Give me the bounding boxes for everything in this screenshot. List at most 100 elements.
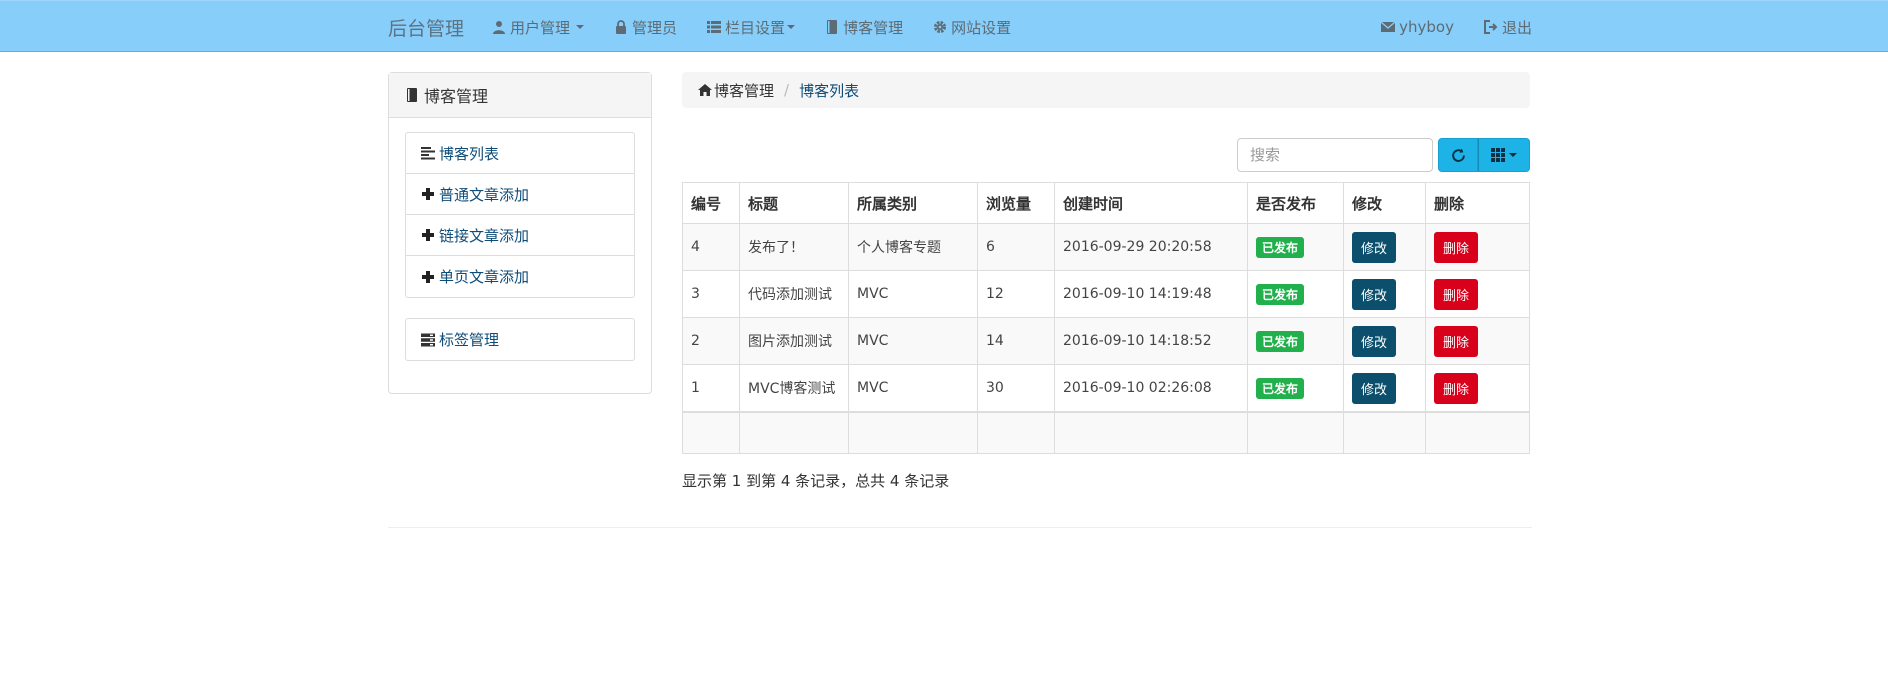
cell-title: 代码添加测试 (739, 270, 849, 318)
footer-cell (1425, 411, 1530, 454)
table-row: 4 发布了！ 个人博客专题 6 2016-09-29 20:20:58 已发布 … (682, 223, 1530, 271)
column-header-category[interactable]: 所属类别 (848, 182, 978, 224)
tasks-icon (421, 333, 435, 346)
column-header-title[interactable]: 标题 (739, 182, 849, 224)
align-left-icon (421, 147, 435, 160)
plus-icon (422, 229, 434, 241)
delete-button[interactable]: 删除 (1434, 325, 1479, 357)
sidebar-item-add-link-article[interactable]: 链接文章添加 (406, 215, 634, 256)
nav-item-label: 网站设置 (951, 18, 1012, 37)
sidebar-menu: 博客列表 普通文章添加 链接文章添加 单页文章添加 (405, 132, 635, 298)
edit-button[interactable]: 修改 (1352, 231, 1397, 263)
edit-button[interactable]: 修改 (1352, 278, 1397, 310)
footer-cell (1247, 411, 1344, 454)
sidebar-item-label: 普通文章添加 (439, 185, 530, 204)
book-icon (407, 88, 417, 102)
breadcrumb-current: 博客列表 (799, 81, 860, 100)
cell-edit: 修改 (1343, 270, 1426, 318)
logout-icon (1483, 20, 1498, 34)
cell-created: 2016-09-29 20:20:58 (1054, 223, 1248, 271)
cell-category: 个人博客专题 (848, 223, 978, 271)
refresh-icon (1451, 148, 1465, 162)
cell-edit: 修改 (1343, 364, 1426, 413)
cell-delete: 删除 (1425, 270, 1530, 318)
nav-item-admin[interactable]: 管理员 (614, 17, 677, 38)
column-header-created[interactable]: 创建时间 (1054, 182, 1248, 224)
breadcrumb-home[interactable]: 博客管理 (714, 80, 774, 101)
edit-button[interactable]: 修改 (1352, 325, 1397, 357)
list-icon (707, 21, 722, 33)
cell-id: 1 (682, 364, 740, 413)
sidebar-item-add-single-page[interactable]: 单页文章添加 (406, 256, 634, 297)
column-header-status[interactable]: 是否发布 (1247, 182, 1344, 224)
blog-table: 编号 标题 所属类别 浏览量 创建时间 是否发布 修改 删除 4 发布了！ 个人… (682, 182, 1530, 454)
cell-category: MVC (848, 270, 978, 318)
cell-edit: 修改 (1343, 317, 1426, 365)
cell-status: 已发布 (1247, 223, 1344, 271)
sidebar-item-blog-list[interactable]: 博客列表 (406, 133, 634, 174)
gear-icon (934, 21, 947, 33)
nav-item-site-settings[interactable]: 网站设置 (933, 17, 1011, 38)
footer-cell (1343, 411, 1426, 454)
caret-down-icon (1509, 153, 1517, 157)
nav-item-label: 博客管理 (843, 18, 904, 37)
sidebar-item-add-article[interactable]: 普通文章添加 (406, 174, 634, 215)
column-header-views[interactable]: 浏览量 (977, 182, 1055, 224)
nav-item-label: 用户管理 (510, 18, 571, 37)
search-input[interactable] (1237, 138, 1433, 172)
nav-item-logout[interactable]: 退出 (1483, 17, 1532, 38)
cell-status: 已发布 (1247, 364, 1344, 413)
table-row: 3 代码添加测试 MVC 12 2016-09-10 14:19:48 已发布 … (682, 270, 1530, 318)
sidebar-item-label: 博客列表 (439, 144, 500, 163)
brand-title[interactable]: 后台管理 (388, 14, 464, 41)
published-badge: 已发布 (1256, 377, 1305, 399)
cell-created: 2016-09-10 14:18:52 (1054, 317, 1248, 365)
column-header-id[interactable]: 编号 (682, 182, 740, 224)
edit-button[interactable]: 修改 (1352, 372, 1397, 404)
table-header-row: 编号 标题 所属类别 浏览量 创建时间 是否发布 修改 删除 (682, 182, 1530, 224)
table-row: 1 MVC博客测试 MVC 30 2016-09-10 02:26:08 已发布… (682, 364, 1530, 413)
column-header-delete[interactable]: 删除 (1425, 182, 1530, 224)
sidebar-item-tag-management[interactable]: 标签管理 (406, 319, 634, 360)
cell-views: 12 (977, 270, 1055, 318)
cell-title: 发布了！ (739, 223, 849, 271)
sidebar-panel: 博客管理 博客列表 普通文章添加 链接文章添加 单页文章添加 标签管理 (388, 72, 652, 394)
column-header-edit[interactable]: 修改 (1343, 182, 1426, 224)
cell-created: 2016-09-10 14:19:48 (1054, 270, 1248, 318)
cell-views: 30 (977, 364, 1055, 413)
delete-button[interactable]: 删除 (1434, 278, 1479, 310)
cell-status: 已发布 (1247, 270, 1344, 318)
user-icon (493, 21, 506, 34)
cell-views: 14 (977, 317, 1055, 365)
nav-item-user-management[interactable]: 用户管理 (492, 17, 585, 38)
lock-icon (616, 20, 627, 34)
cell-title: MVC博客测试 (739, 364, 849, 413)
envelope-icon (1381, 21, 1396, 32)
delete-button[interactable]: 删除 (1434, 231, 1479, 263)
columns-toggle-button[interactable] (1478, 138, 1530, 172)
nav-item-user-account[interactable]: yhyboy (1381, 17, 1454, 38)
cell-id: 4 (682, 223, 740, 271)
plus-icon (422, 188, 434, 200)
logout-label: 退出 (1501, 18, 1532, 37)
cell-id: 3 (682, 270, 740, 318)
footer-cell (848, 411, 978, 454)
pagination-summary: 显示第 1 到第 4 条记录，总共 4 条记录 (682, 472, 950, 490)
refresh-button[interactable] (1438, 138, 1478, 172)
nav-item-blog-management[interactable]: 博客管理 (825, 17, 903, 38)
footer-divider (388, 527, 1532, 528)
home-icon (698, 84, 712, 96)
nav-item-label: 栏目设置 (725, 18, 786, 37)
cell-category: MVC (848, 364, 978, 413)
footer-cell (977, 411, 1055, 454)
delete-button[interactable]: 删除 (1434, 372, 1479, 404)
breadcrumb: 博客管理 / 博客列表 (682, 72, 1530, 108)
book-icon (827, 20, 838, 34)
sidebar-item-label: 链接文章添加 (439, 226, 530, 245)
nav-item-column-settings[interactable]: 栏目设置 (707, 17, 796, 38)
published-badge: 已发布 (1256, 236, 1305, 258)
sidebar-title: 博客管理 (424, 87, 489, 106)
username: yhyboy (1399, 18, 1454, 36)
cell-delete: 删除 (1425, 317, 1530, 365)
footer-cell (682, 411, 740, 454)
